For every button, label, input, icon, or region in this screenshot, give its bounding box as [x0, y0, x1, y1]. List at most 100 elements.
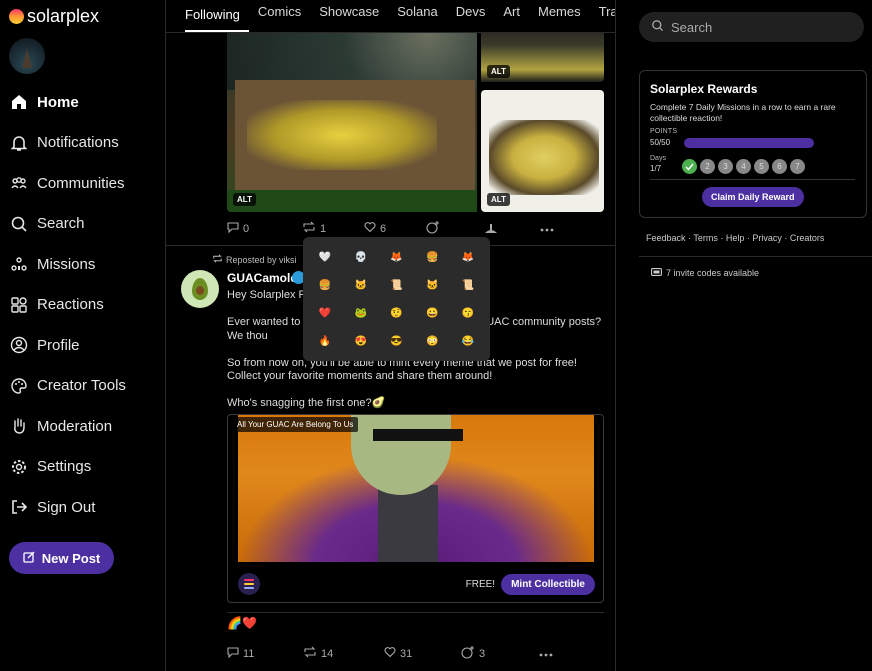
link-terms[interactable]: Terms: [693, 233, 718, 243]
tab-solana[interactable]: Solana: [388, 0, 446, 32]
search-icon: [651, 19, 664, 35]
points-label: POINTS: [650, 128, 678, 135]
nav-home-label: Home: [37, 93, 79, 111]
nav-reactions[interactable]: Reactions: [9, 285, 126, 326]
tab-devs[interactable]: Devs: [447, 0, 495, 32]
alt-badge[interactable]: ALT: [487, 193, 510, 206]
reaction-option[interactable]: 🍔: [426, 251, 439, 264]
nav-search[interactable]: Search: [9, 204, 126, 245]
reaction-option[interactable]: 🔥: [318, 335, 331, 348]
repost-button[interactable]: 1: [302, 221, 364, 236]
reactions-row[interactable]: 🌈❤️: [227, 616, 257, 630]
bell-icon: [9, 133, 29, 153]
solarplex-logo-icon: [238, 573, 260, 595]
hand-icon: [9, 416, 29, 436]
alt-badge[interactable]: ALT: [233, 193, 256, 206]
post-image-graffiti-3[interactable]: ALT: [481, 90, 604, 212]
link-privacy[interactable]: Privacy: [752, 233, 782, 243]
link-creators[interactable]: Creators: [790, 233, 825, 243]
post-image-graffiti-train[interactable]: ALT: [227, 20, 477, 212]
points-progress-bar: [684, 138, 814, 148]
day-marker: 3: [718, 159, 733, 174]
day-marker: 5: [754, 159, 769, 174]
reaction-option[interactable]: 🐸: [354, 307, 367, 320]
repost-label: Reposted by viksi: [226, 254, 297, 265]
nav-creator-tools[interactable]: Creator Tools: [9, 366, 126, 407]
search-icon: [9, 214, 29, 234]
reaction-option[interactable]: 🦊: [390, 251, 403, 264]
brand-name: solarplex: [27, 6, 100, 26]
ticket-icon: [651, 268, 662, 278]
repost-indicator[interactable]: Reposted by viksi: [212, 254, 297, 265]
like-count: 6: [380, 222, 387, 235]
like-button[interactable]: 31: [384, 646, 461, 661]
brand-logo[interactable]: solarplex: [9, 6, 99, 27]
reaction-option[interactable]: 🤨: [390, 307, 403, 320]
nav-communities[interactable]: Communities: [9, 163, 126, 204]
tab-memes[interactable]: Memes: [529, 0, 590, 32]
tab-art[interactable]: Art: [494, 0, 529, 32]
nav-profile[interactable]: Profile: [9, 325, 126, 366]
points-value: 50/50: [650, 138, 671, 147]
reaction-option[interactable]: 🐱: [354, 279, 367, 292]
new-post-button[interactable]: New Post: [9, 542, 114, 574]
reaction-option[interactable]: 🤍: [318, 251, 331, 264]
claim-daily-reward-button[interactable]: Claim Daily Reward: [702, 187, 804, 207]
reaction-option[interactable]: 😍: [354, 335, 367, 348]
reaction-option[interactable]: 🍔: [318, 279, 331, 292]
reaction-option[interactable]: 🐱: [426, 279, 439, 292]
reaction-option[interactable]: 📜: [390, 279, 403, 292]
rewards-card: Solarplex Rewards Complete 7 Daily Missi…: [639, 70, 867, 218]
add-reaction-button[interactable]: [426, 220, 484, 237]
nft-card[interactable]: All Your GUAC Are Belong To Us FREE! Min…: [227, 414, 604, 603]
author-name[interactable]: GUACamole: [227, 271, 297, 285]
more-options-button[interactable]: [539, 648, 553, 660]
reaction-option[interactable]: 😀: [426, 307, 439, 320]
nft-image[interactable]: [238, 415, 594, 562]
like-button[interactable]: 6: [364, 221, 426, 236]
search-input[interactable]: Search: [639, 12, 864, 42]
tab-trad[interactable]: Trad: [590, 0, 615, 32]
repost-small-icon: [212, 254, 223, 265]
home-icon: [9, 92, 29, 112]
invite-codes[interactable]: 7 invite codes available: [651, 268, 759, 278]
author-avatar[interactable]: [181, 270, 219, 308]
reaction-option[interactable]: 🦊: [462, 251, 475, 264]
link-feedback[interactable]: Feedback: [646, 233, 686, 243]
nav-missions[interactable]: Missions: [9, 244, 126, 285]
nav-sign-out[interactable]: Sign Out: [9, 487, 126, 528]
post1-actions: 0 1 6: [227, 220, 554, 237]
tab-comics[interactable]: Comics: [249, 0, 310, 32]
nav-notifications[interactable]: Notifications: [9, 123, 126, 164]
more-options-button[interactable]: [540, 223, 554, 235]
rewards-divider: [650, 179, 855, 180]
reaction-divider: [227, 612, 604, 613]
missions-icon: [9, 254, 29, 274]
link-help[interactable]: Help: [726, 233, 745, 243]
reaction-option[interactable]: 😎: [390, 335, 403, 348]
reaction-option[interactable]: 💀: [354, 251, 367, 264]
reply-button[interactable]: 11: [227, 646, 303, 661]
reply-button[interactable]: 0: [227, 221, 302, 236]
heart-icon: [384, 646, 396, 661]
reaction-option[interactable]: 😂: [462, 335, 475, 348]
reaction-option[interactable]: 😳: [426, 335, 439, 348]
repost-icon: [302, 221, 316, 236]
tab-showcase[interactable]: Showcase: [310, 0, 388, 32]
mint-collectible-button[interactable]: Mint Collectible: [501, 573, 595, 595]
tab-following[interactable]: Following: [185, 0, 249, 32]
nav-moderation[interactable]: Moderation: [9, 406, 126, 447]
alt-badge[interactable]: ALT: [487, 65, 510, 78]
reaction-option[interactable]: ❤️: [318, 307, 331, 320]
wave-icon[interactable]: [484, 223, 540, 235]
user-avatar[interactable]: [9, 38, 45, 74]
add-reaction-button[interactable]: 3: [461, 645, 539, 662]
more-icon: [539, 648, 553, 660]
reaction-option[interactable]: 😙: [462, 307, 475, 320]
add-reaction-icon: [426, 220, 440, 237]
days-label: Days: [650, 155, 666, 162]
reaction-option[interactable]: 📜: [462, 279, 475, 292]
repost-button[interactable]: 14: [303, 646, 384, 661]
nav-home[interactable]: Home: [9, 82, 126, 123]
nav-settings[interactable]: Settings: [9, 447, 126, 488]
